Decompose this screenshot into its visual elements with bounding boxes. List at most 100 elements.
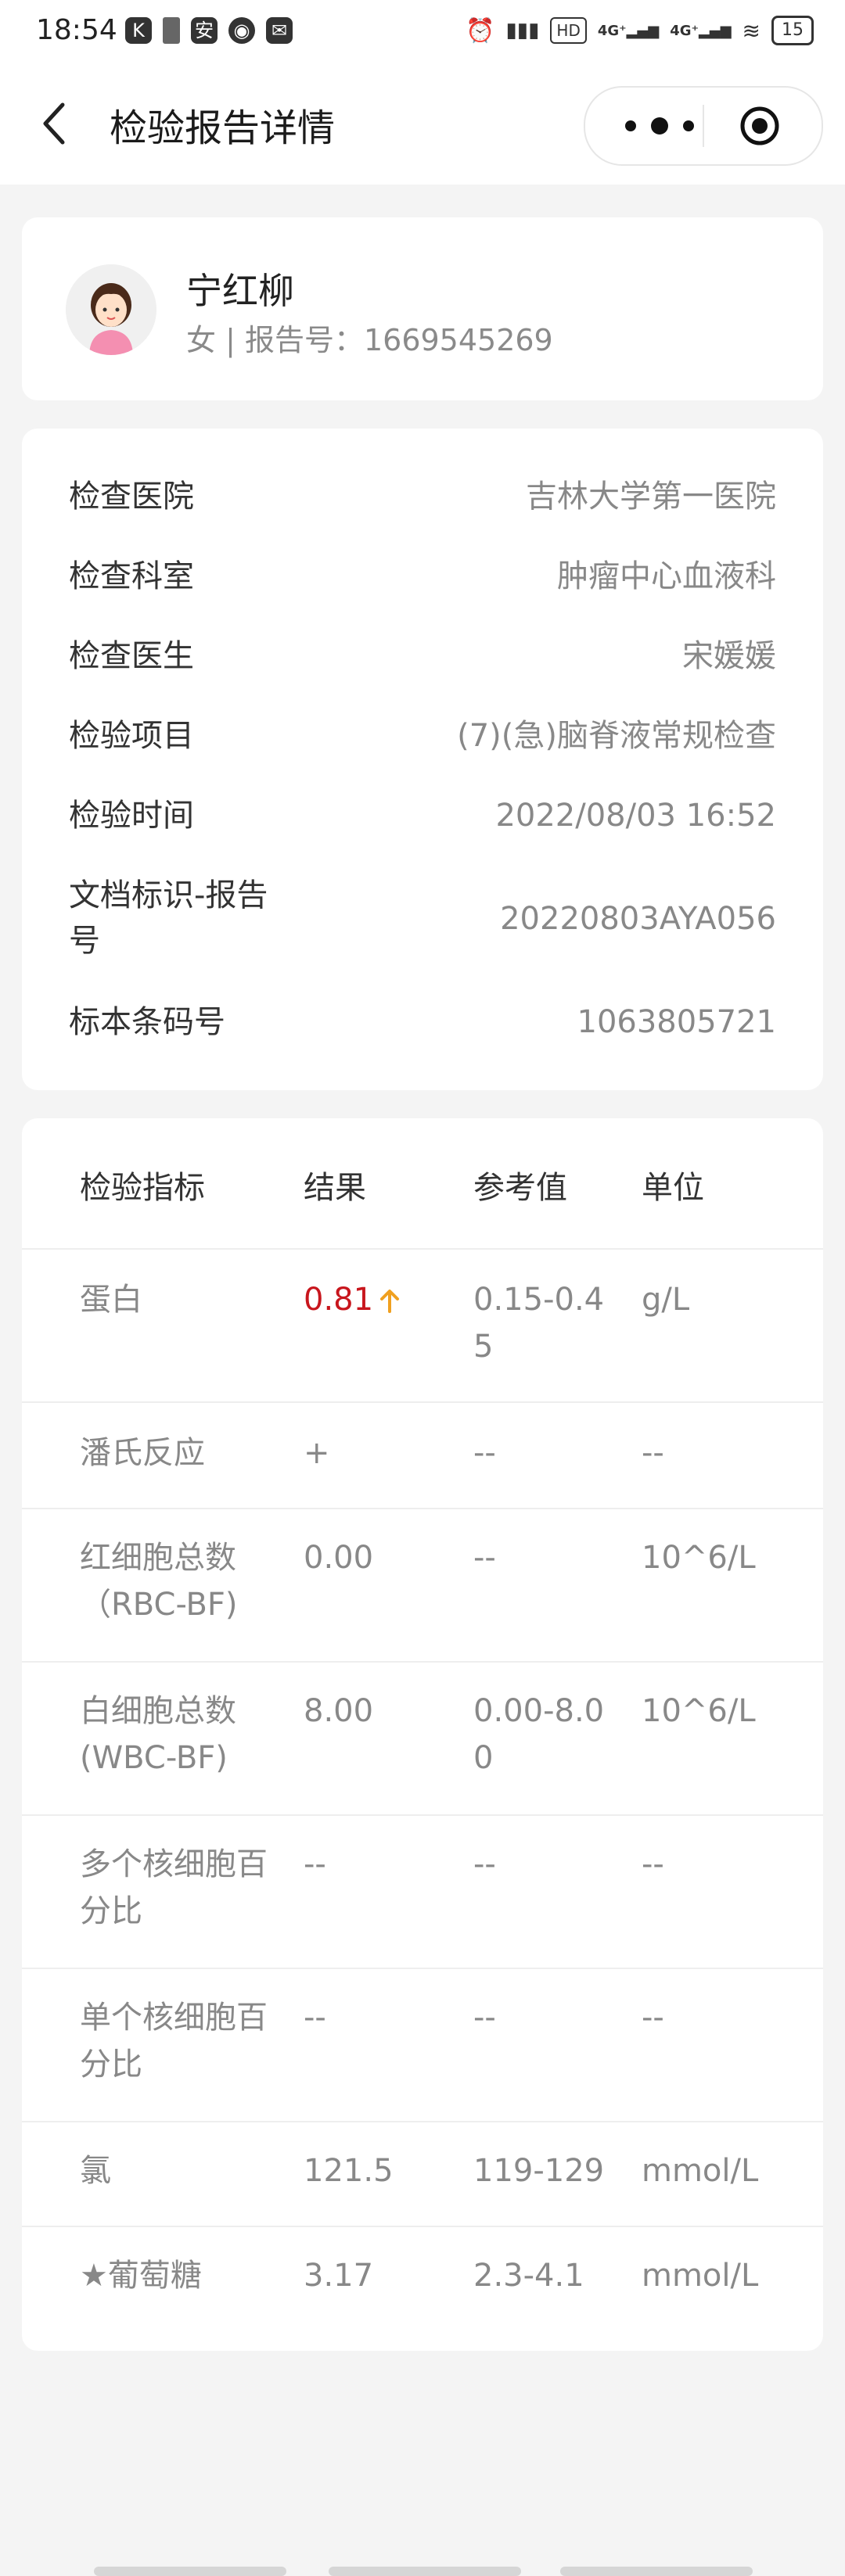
info-value: 吉林大学第一医院 bbox=[526, 479, 776, 515]
patient-card: 宁红柳 女 | 报告号：1669545269 bbox=[22, 217, 823, 400]
indicator-name-line1: 单个核细胞百 bbox=[80, 2000, 268, 2036]
table-divider bbox=[22, 1968, 823, 1969]
home-indicator bbox=[329, 2567, 521, 2576]
reference-range-line1: 0.00-8.0 bbox=[473, 1693, 605, 1729]
capsule-divider bbox=[703, 105, 704, 147]
table-divider bbox=[22, 1814, 823, 1816]
miniprogram-capsule bbox=[584, 86, 823, 166]
indicator-name-line2: 分比 bbox=[80, 2047, 142, 2083]
result-value: 8.00 bbox=[304, 1693, 374, 1729]
patient-name: 宁红柳 bbox=[186, 270, 294, 312]
unit: -- bbox=[642, 1846, 664, 1882]
column-header-reference: 参考值 bbox=[473, 1170, 567, 1206]
status-right-icons: ⏰ ▮▮▮ HD 4G⁺▂▄▆ 4G⁺▂▄▆ ≋ 15 bbox=[466, 16, 814, 45]
indicator-name-line1: 白细胞总数 bbox=[80, 1693, 236, 1729]
alarm-icon: ⏰ bbox=[466, 16, 495, 45]
indicator-name-line2: （RBC-BF) bbox=[80, 1587, 238, 1623]
info-row-document-id: 文档标识-报告 号 20220803AYA056 bbox=[69, 873, 776, 965]
info-value: 2022/08/03 16:52 bbox=[495, 798, 776, 834]
report-info-card: 检查医院 吉林大学第一医院 检查科室 肿瘤中心血液科 检查医生 宋媛媛 检验项目… bbox=[22, 429, 823, 1090]
indicator-name: 氯 bbox=[80, 2153, 111, 2189]
reference-range-line1: 0.15-0.4 bbox=[473, 1282, 605, 1318]
reference-range: -- bbox=[473, 1540, 496, 1576]
info-label: 检查医生 bbox=[69, 638, 194, 674]
compass-icon: ◉ bbox=[228, 17, 255, 44]
page-title: 检验报告详情 bbox=[110, 106, 336, 150]
unit: g/L bbox=[642, 1282, 690, 1318]
info-value: 20220803AYA056 bbox=[500, 901, 776, 937]
indicator-name-line1: 红细胞总数 bbox=[80, 1540, 236, 1576]
back-button[interactable] bbox=[33, 100, 80, 147]
info-label: 检查科室 bbox=[69, 558, 194, 594]
info-label: 检验项目 bbox=[69, 718, 194, 754]
reference-range: -- bbox=[473, 1846, 496, 1882]
table-divider bbox=[22, 1248, 823, 1250]
results-table: 检验指标 结果 参考值 单位 蛋白 0.81 0.15-0.4 5 g/L 潘氏… bbox=[22, 1118, 823, 2351]
unit: 10^6/L bbox=[642, 1540, 756, 1576]
status-bar: 18:54 K 安 ◉ ✉ ⏰ ▮▮▮ HD 4G⁺▂▄▆ 4G⁺▂▄▆ ≋ 1… bbox=[0, 0, 845, 66]
indicator-name: 潘氏反应 bbox=[80, 1435, 205, 1471]
info-value: 宋媛媛 bbox=[682, 638, 776, 674]
indicator-name: ★葡萄糖 bbox=[80, 2258, 202, 2294]
info-label-line1: 文档标识-报告 bbox=[69, 877, 268, 913]
result-value: -- bbox=[304, 2000, 326, 2036]
indicator-name-line2: (WBC-BF) bbox=[80, 1740, 228, 1776]
info-label: 检查医院 bbox=[69, 479, 194, 515]
column-header-unit: 单位 bbox=[642, 1170, 704, 1206]
table-divider bbox=[22, 2226, 823, 2227]
signal-4g-icon: 4G⁺▂▄▆ bbox=[597, 22, 660, 39]
female-avatar-icon bbox=[66, 264, 156, 355]
result-value: 0.00 bbox=[304, 1540, 374, 1576]
reference-range-line2: 5 bbox=[473, 1329, 494, 1365]
avatar bbox=[66, 264, 156, 355]
close-miniprogram-button[interactable] bbox=[739, 105, 781, 147]
hd-icon: HD bbox=[550, 17, 587, 44]
info-value: 肿瘤中心血液科 bbox=[557, 558, 776, 594]
table-divider bbox=[22, 1508, 823, 1509]
result-value: 121.5 bbox=[304, 2153, 394, 2189]
table-divider bbox=[22, 1401, 823, 1403]
column-header-result: 结果 bbox=[304, 1170, 366, 1206]
reference-range: -- bbox=[473, 1435, 496, 1471]
home-indicator bbox=[94, 2567, 286, 2576]
reference-range: 2.3-4.1 bbox=[473, 2258, 584, 2294]
arrow-up-icon bbox=[380, 1290, 400, 1313]
info-value: (7)(急)脑脊液常规检查 bbox=[457, 718, 776, 754]
table-divider bbox=[22, 2121, 823, 2122]
table-divider bbox=[22, 1661, 823, 1663]
wifi-icon: ≋ bbox=[742, 17, 760, 44]
sim-card-icon bbox=[163, 17, 180, 44]
status-time: 18:54 bbox=[36, 14, 117, 46]
signal-4g-icon-2: 4G⁺▂▄▆ bbox=[670, 22, 732, 39]
indicator-name-line1: 多个核细胞百 bbox=[80, 1846, 268, 1882]
unit: -- bbox=[642, 1435, 664, 1471]
app-k-icon: K bbox=[125, 17, 152, 44]
result-value: 0.81 bbox=[304, 1282, 374, 1318]
info-label: 检验时间 bbox=[69, 798, 194, 834]
signal-bars-icon: ▮▮▮ bbox=[505, 19, 540, 42]
home-indicator bbox=[560, 2567, 753, 2576]
battery-icon: 15 bbox=[771, 16, 814, 45]
more-options-button[interactable] bbox=[617, 116, 703, 136]
result-value: -- bbox=[304, 1846, 326, 1882]
reference-range: 119-129 bbox=[473, 2153, 605, 2189]
indicator-name-line2: 分比 bbox=[80, 1893, 142, 1929]
indicator-name: 蛋白 bbox=[80, 1282, 142, 1318]
reference-range-line2: 0 bbox=[473, 1740, 494, 1776]
unit: 10^6/L bbox=[642, 1693, 756, 1729]
reference-range: -- bbox=[473, 2000, 496, 2036]
result-value: 3.17 bbox=[304, 2258, 374, 2294]
chevron-left-icon bbox=[43, 102, 65, 145]
result-value-high: 0.81 bbox=[304, 1276, 401, 1323]
app-an-icon: 安 bbox=[191, 17, 218, 44]
app-message-icon: ✉ bbox=[266, 17, 293, 44]
battery-level: 15 bbox=[782, 20, 804, 40]
status-left-icons: K 安 ◉ ✉ bbox=[125, 17, 293, 44]
unit: -- bbox=[642, 2000, 664, 2036]
column-header-indicator: 检验指标 bbox=[80, 1170, 205, 1206]
unit: mmol/L bbox=[642, 2258, 759, 2294]
nav-header: 检验报告详情 bbox=[0, 66, 845, 185]
info-label-line2: 号 bbox=[69, 923, 100, 959]
info-value: 1063805721 bbox=[577, 1004, 777, 1040]
info-label: 标本条码号 bbox=[69, 1004, 225, 1040]
